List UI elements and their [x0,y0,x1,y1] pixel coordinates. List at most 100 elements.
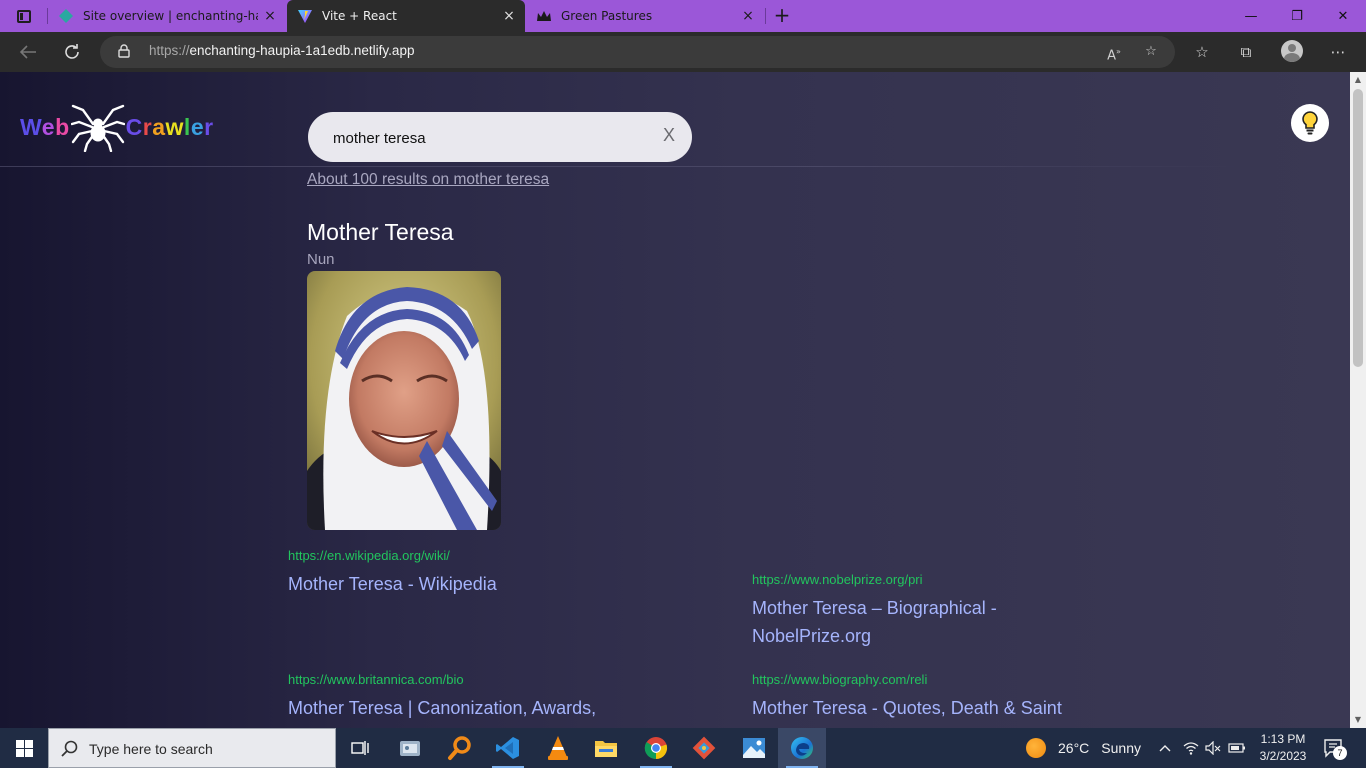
tab-title: Green Pastures [561,9,653,23]
result-title-link[interactable]: Mother Teresa - Wikipedia [288,570,618,598]
search-box[interactable]: X [308,112,692,162]
search-result: https://www.nobelprize.org/pri Mother Te… [752,572,1012,650]
url-scheme: https:// [149,43,190,58]
clear-search-button[interactable]: X [663,125,675,146]
minimize-button[interactable]: — [1228,0,1274,32]
search-icon [61,740,78,757]
scroll-up-arrow-icon[interactable]: ▲ [1350,72,1366,88]
logo-text-web: Web [20,114,70,141]
close-window-button[interactable]: ✕ [1320,0,1366,32]
taskbar-search-box[interactable]: Type here to search [48,728,336,768]
result-url: https://www.biography.com/reli [752,672,928,687]
tab-title: Site overview | enchanting-haupia [83,9,258,23]
taskbar-app-screenshot[interactable] [386,728,434,768]
wifi-icon [1183,742,1199,755]
task-view-button[interactable] [336,728,384,768]
battery-button[interactable] [1226,728,1248,768]
taskbar-app-file-explorer[interactable] [582,728,630,768]
crown-icon [537,11,551,21]
logo-web-letter: W [20,113,42,140]
notification-count-badge: 7 [1333,746,1347,760]
taskbar-app-photos[interactable] [730,728,778,768]
tab-vite-react[interactable]: Vite + React × [287,0,525,32]
browser-toolbar: https://enchanting-haupia-1a1edb.netlify… [0,32,1366,72]
show-hidden-icons-button[interactable] [1154,728,1176,768]
clock-date: 3/2/2023 [1259,749,1307,763]
page-scrollbar[interactable]: ▲ ▼ [1350,72,1366,728]
result-title-link[interactable]: Mother Teresa – Biographical - NobelPriz… [752,594,1012,650]
read-aloud-icon[interactable]: A» [1103,42,1125,63]
scroll-down-arrow-icon[interactable]: ▼ [1350,712,1366,728]
task-view-icon [351,741,369,755]
network-button[interactable] [1180,728,1202,768]
netlify-icon [59,9,73,23]
chevron-up-icon [1159,745,1171,752]
logo-crawler-letter: r [204,113,214,140]
add-favorite-icon[interactable]: ☆ [1140,42,1162,62]
close-tab-icon[interactable]: × [497,8,521,24]
notifications-button[interactable]: 7 [1320,736,1348,760]
favorites-icon[interactable]: ☆ [1190,40,1214,64]
edge-icon [791,737,813,759]
logo-crawler-letter: e [190,113,205,140]
taskbar-app-vscode[interactable] [484,728,532,768]
back-button[interactable] [14,38,42,66]
close-tab-icon[interactable]: × [736,8,760,24]
web-crawler-logo[interactable]: Web Crawler [20,102,214,152]
result-title-link[interactable]: Mother Teresa - Quotes, Death & Saint - … [752,694,1072,728]
logo-crawler-letter: a [152,113,166,140]
scrollbar-thumb[interactable] [1353,89,1363,367]
result-title-link[interactable]: Mother Teresa | Canonization, Awards, Fa… [288,694,608,728]
lightbulb-icon [1302,111,1318,135]
tab-site-overview[interactable]: Site overview | enchanting-haupia × [48,0,286,32]
taskbar-app-search[interactable] [436,728,484,768]
logo-text-crawler: Crawler [126,114,214,141]
header-divider [0,166,1350,167]
profile-avatar[interactable] [1281,40,1303,62]
tab-separator [765,8,766,24]
theme-toggle-button[interactable] [1291,104,1329,142]
snipping-tool-icon [400,741,420,756]
search-result: https://en.wikipedia.org/wiki/ Mother Te… [288,548,618,598]
new-tab-button[interactable]: + [770,4,794,28]
system-clock[interactable]: 1:13 PM 3/2/2023 [1250,731,1316,765]
logo-crawler-letter: l [183,113,191,140]
url-text[interactable]: https://enchanting-haupia-1a1edb.netlify… [149,43,414,58]
logo-web-letter: e [41,113,56,140]
address-bar[interactable]: https://enchanting-haupia-1a1edb.netlify… [100,36,1175,68]
taskbar-app-chrome[interactable] [632,728,680,768]
restore-button[interactable]: ❐ [1274,0,1320,32]
tab-actions-button[interactable] [8,4,40,28]
more-menu-icon[interactable]: ⋯ [1326,40,1350,64]
close-tab-icon[interactable]: × [258,8,282,24]
weather-widget[interactable]: 26°C Sunny [1026,728,1141,768]
sun-icon [1026,738,1046,758]
start-button[interactable] [0,728,48,768]
battery-icon [1228,743,1245,753]
windows-logo-icon [15,739,33,757]
taskbar-app-vlc[interactable] [534,728,582,768]
logo-crawler-letter: w [165,113,184,140]
knowledge-panel-subtitle: Nun [307,251,335,268]
knowledge-panel-image[interactable] [307,271,501,530]
photos-icon [743,738,765,758]
taskbar-search-placeholder: Type here to search [89,741,213,757]
folder-icon [595,741,617,757]
search-result: https://www.britannica.com/bio Mother Te… [288,672,608,728]
lock-icon[interactable] [118,44,130,58]
collections-icon[interactable]: ⧉ [1234,40,1258,64]
page-viewport: Web Crawler X About 100 results on mothe… [0,72,1350,728]
clock-time: 1:13 PM [1260,732,1306,746]
result-url: https://www.britannica.com/bio [288,672,464,687]
result-url: https://www.nobelprize.org/pri [752,572,923,587]
taskbar-app-edge[interactable] [778,728,826,768]
tab-green-pastures[interactable]: Green Pastures × [526,0,764,32]
result-count-link[interactable]: About 100 results on mother teresa [307,171,549,189]
git-icon [692,736,716,760]
refresh-button[interactable] [58,38,86,66]
taskbar-app-git[interactable] [680,728,728,768]
spider-icon [70,104,125,152]
search-input[interactable] [333,127,653,149]
volume-button[interactable] [1202,728,1224,768]
volume-muted-icon [1205,741,1221,755]
